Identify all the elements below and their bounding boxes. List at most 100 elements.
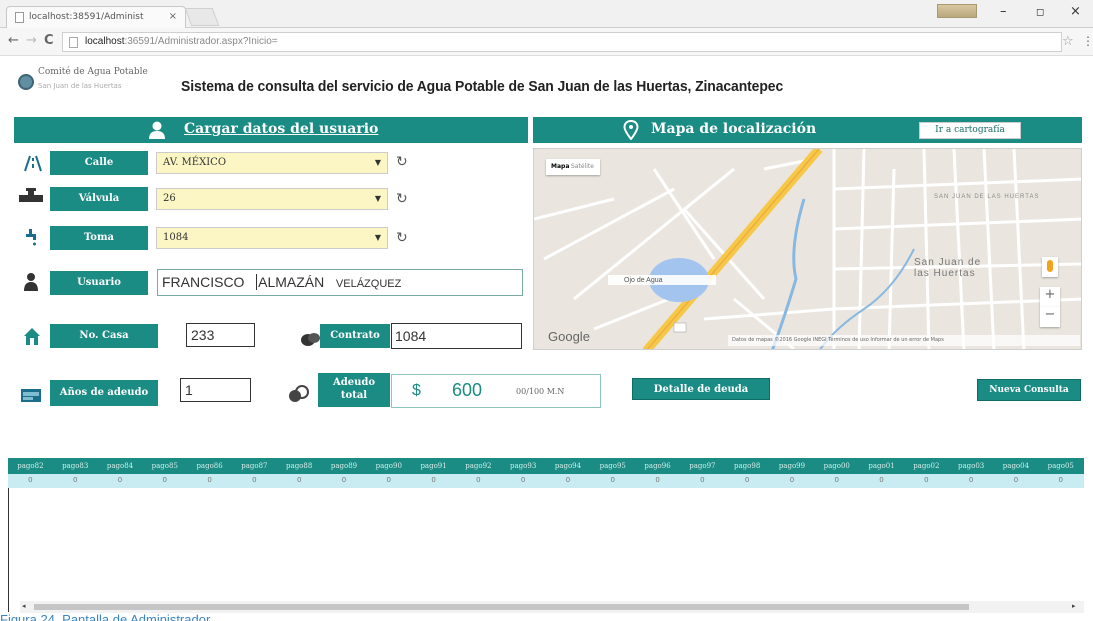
street-view-icon[interactable] (1042, 257, 1058, 277)
map-place-label: Ojo de Agua (624, 277, 663, 284)
browser-tab[interactable]: localhost:38591/Administ × (6, 6, 186, 28)
grid-column-header[interactable]: pago87 (232, 462, 277, 470)
calle-label: Calle (50, 151, 148, 175)
grid-column-header[interactable]: pago96 (635, 462, 680, 470)
grid-cell: 0 (207, 476, 212, 484)
grid-column-header[interactable]: pago00 (814, 462, 859, 470)
location-map[interactable]: Mapa Satélite Ojo de Agua SAN JUAN DE LA… (533, 148, 1082, 350)
google-logo: Google (548, 329, 590, 344)
usuario-label: Usuario (50, 271, 148, 295)
valve-icon (19, 188, 43, 202)
usuario-last-name-2: VELÁZQUEZ (335, 278, 402, 290)
grid-cell: 0 (431, 476, 436, 484)
grid-column-header[interactable]: pago82 (8, 462, 53, 470)
logo: Comité de Agua Potable San Juan de las H… (18, 66, 178, 102)
usuario-first-name: FRANCISCO (162, 274, 245, 290)
grid-column-header[interactable]: pago05 (1038, 462, 1083, 470)
payments-grid-header: pago82 pago83 pago84 pago85 pago86 pago87 pago… (8, 458, 1084, 474)
cartography-button[interactable]: Ir a cartografía (919, 122, 1021, 139)
grid-column-header[interactable]: pago04 (994, 462, 1039, 470)
zoom-in-button[interactable]: + (1040, 287, 1060, 307)
refresh-valvula-icon[interactable]: ↻ (396, 191, 412, 207)
grid-column-header[interactable]: pago97 (680, 462, 725, 470)
valvula-value: 26 (163, 193, 176, 204)
grid-column-header[interactable]: pago90 (366, 462, 411, 470)
map-type-mapa[interactable]: Mapa (551, 163, 569, 170)
nocasa-label: No. Casa (50, 324, 158, 348)
nocasa-field[interactable]: 233 (186, 323, 255, 347)
faucet-icon (26, 229, 36, 246)
user-profile-icon[interactable] (937, 4, 977, 18)
bookmark-star-icon[interactable]: ☆ (1062, 34, 1074, 49)
zoom-out-button[interactable]: − (1040, 307, 1060, 327)
grid-cell: 0 (72, 476, 78, 484)
grid-column-header[interactable]: pago91 (411, 462, 456, 470)
page-title: Sistema de consulta del servicio de Agua… (181, 78, 784, 95)
grid-column-header[interactable]: pago01 (859, 462, 904, 470)
grid-column-header[interactable]: pago84 (98, 462, 143, 470)
contrato-label: Contrato (320, 324, 390, 348)
forward-arrow-icon[interactable]: → (26, 33, 37, 48)
calendar-money-icon (21, 389, 41, 402)
minimize-button[interactable]: – (1000, 4, 1007, 19)
grid-cell: 0 (162, 476, 168, 484)
currency-symbol: $ (412, 382, 421, 399)
browser-tab-bar: localhost:38591/Administ × – ◻ × (0, 0, 1093, 28)
grid-column-header[interactable]: pago98 (725, 462, 770, 470)
grid-column-header[interactable]: pago86 (187, 462, 232, 470)
detalle-deuda-button[interactable]: Detalle de deuda (632, 378, 770, 400)
valvula-select[interactable]: 26 ▼ (156, 188, 388, 210)
toma-label: Toma (50, 226, 148, 250)
grid-column-header[interactable]: pago89 (322, 462, 367, 470)
scrollbar-thumb[interactable] (34, 604, 969, 610)
chevron-down-icon: ▼ (374, 194, 381, 203)
grid-column-header[interactable]: pago94 (546, 462, 591, 470)
tab-close-icon[interactable]: × (169, 11, 177, 22)
contrato-field[interactable]: 1084 (391, 323, 522, 349)
usuario-field[interactable]: FRANCISCO ALMAZÁN VELÁZQUEZ (157, 269, 523, 296)
refresh-calle-icon[interactable]: ↻ (396, 154, 412, 170)
contract-icon (301, 333, 320, 346)
grid-column-header[interactable]: pago85 (142, 462, 187, 470)
map-town-small: SAN JUAN DE LAS HUERTAS (934, 194, 1040, 200)
town-line1: San Juan de (914, 257, 982, 268)
adeudo-label-line1: Adeudo (332, 377, 376, 388)
scroll-left-icon[interactable]: ◂ (22, 602, 26, 610)
maximize-button[interactable]: ◻ (1036, 7, 1044, 18)
payments-grid-row: 0 0 0 0 0 0 0 0 0 0 0 0 0 0 0 0 0 0 0 0 0 0 0 0 (8, 474, 1084, 488)
menu-icon[interactable]: ⋮ (1082, 34, 1093, 48)
scroll-right-icon[interactable]: ▸ (1072, 602, 1076, 610)
coins-icon (289, 385, 309, 402)
load-user-data-link[interactable]: Cargar datos del usuario (184, 121, 378, 137)
grid-column-header[interactable]: pago93 (501, 462, 546, 470)
address-host: localhost (85, 36, 125, 47)
grid-column-header[interactable]: pago88 (277, 462, 322, 470)
map-type-control[interactable]: Mapa Satélite (546, 159, 600, 175)
back-arrow-icon[interactable]: ← (8, 33, 19, 48)
new-tab-button[interactable] (184, 8, 220, 26)
close-window-button[interactable]: × (1070, 4, 1081, 19)
grid-column-header[interactable]: pago03 (949, 462, 994, 470)
grid-column-header[interactable]: pago92 (456, 462, 501, 470)
map-type-satelite[interactable]: Satélite (571, 163, 594, 170)
map-town-label: San Juan de las Huertas (914, 257, 981, 279)
calle-select[interactable]: AV. MÉXICO ▼ (156, 152, 388, 174)
anios-label: Años de adeudo (50, 380, 158, 406)
map-panel-title: Mapa de localización (651, 121, 817, 137)
refresh-toma-icon[interactable]: ↻ (396, 230, 412, 246)
grid-column-header[interactable]: pago02 (904, 462, 949, 470)
grid-column-header[interactable]: pago95 (590, 462, 635, 470)
reload-icon[interactable]: C (44, 33, 54, 48)
page-icon (69, 37, 78, 48)
anios-field[interactable]: 1 (180, 378, 251, 402)
grid-cell: 0 (789, 476, 795, 484)
toma-select[interactable]: 1084 ▼ (156, 227, 388, 249)
tab-title: localhost:38591/Administ (29, 12, 144, 22)
nueva-consulta-button[interactable]: Nueva Consulta (977, 379, 1081, 401)
grid-column-header[interactable]: pago83 (53, 462, 98, 470)
figure-caption: Figura 24. Pantalla de Administrador (0, 612, 211, 621)
grid-cell: 0 (834, 476, 839, 484)
address-bar[interactable]: localhost:36591/Administrador.aspx?Inici… (62, 32, 1062, 52)
grid-column-header[interactable]: pago99 (770, 462, 815, 470)
grid-cell: 0 (341, 476, 347, 484)
